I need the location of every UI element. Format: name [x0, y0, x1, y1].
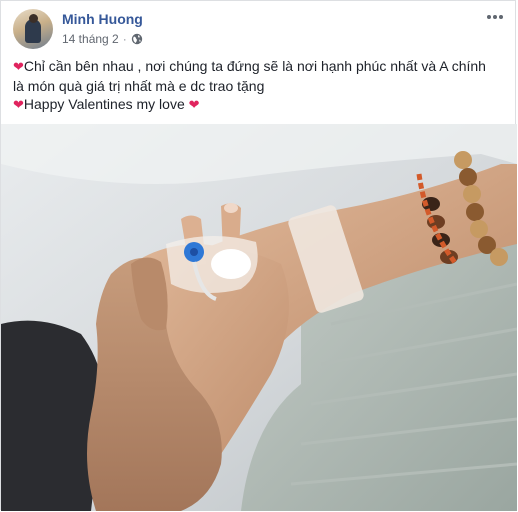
post-date-link[interactable]: 14 tháng 2	[62, 32, 119, 46]
author-name-link[interactable]: Minh Huong	[62, 11, 143, 27]
fingernail	[224, 203, 238, 213]
more-options-icon[interactable]	[485, 9, 505, 25]
dark-clothing	[1, 320, 104, 511]
post-text: ❤Chỉ cần bên nhau , nơi chúng ta đứng sẽ…	[13, 57, 503, 115]
avatar-head	[29, 14, 38, 23]
post-text-line: là món quà giá trị nhất mà e dc trao tặn…	[13, 77, 503, 95]
post-text-line: ❤Happy Valentines my love ❤	[13, 95, 503, 115]
post-text-content: là món quà giá trị nhất mà e dc trao tặn…	[13, 78, 265, 94]
post-text-content: Chỉ cần bên nhau , nơi chúng ta đứng sẽ …	[23, 58, 486, 74]
heart-emoji: ❤	[188, 98, 200, 113]
post-photo[interactable]	[1, 124, 517, 511]
heart-emoji: ❤	[13, 60, 24, 75]
heart-emoji: ❤	[13, 98, 24, 113]
cotton-pad	[211, 249, 251, 279]
author-avatar[interactable]	[13, 9, 53, 49]
more-dot	[493, 15, 497, 19]
globe-icon[interactable]	[131, 33, 143, 45]
post-meta: 14 tháng 2 ·	[62, 32, 143, 46]
facebook-post: Minh Huong 14 tháng 2 · ❤Chỉ cần bên nha…	[0, 0, 517, 511]
more-dot	[487, 15, 491, 19]
meta-separator: ·	[122, 32, 127, 46]
more-dot	[499, 15, 503, 19]
iv-cap-center	[190, 248, 198, 256]
post-text-line: ❤Chỉ cần bên nhau , nơi chúng ta đứng sẽ…	[13, 57, 503, 77]
post-text-content: Happy Valentines my love	[23, 96, 185, 112]
hands-photo	[1, 124, 517, 511]
